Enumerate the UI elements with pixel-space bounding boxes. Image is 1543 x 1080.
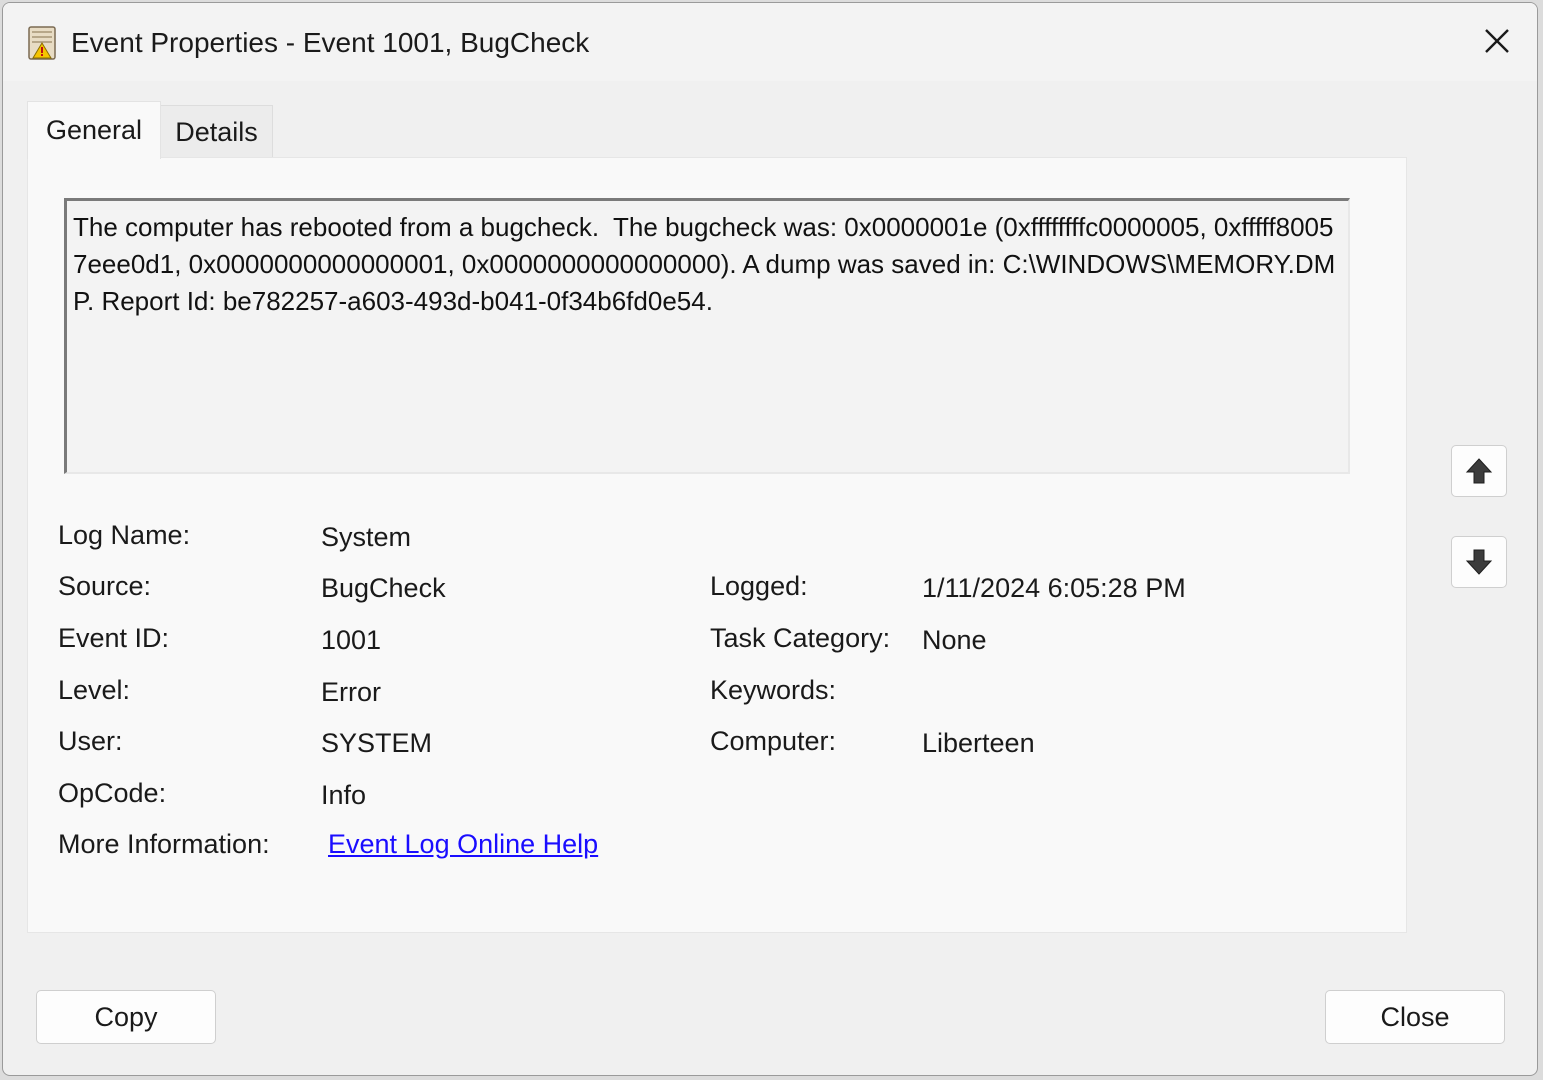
tab-details[interactable]: Details xyxy=(161,105,273,159)
event-viewer-app-icon xyxy=(27,25,59,61)
close-icon xyxy=(1485,29,1509,53)
title-bar[interactable]: Event Properties - Event 1001, BugCheck xyxy=(3,3,1537,81)
opcode-value: Info xyxy=(321,780,367,810)
level-label: Level: xyxy=(58,675,131,705)
log-name-value: System xyxy=(321,522,412,552)
task-category-value: None xyxy=(922,625,987,655)
event-log-online-help-link[interactable]: Event Log Online Help xyxy=(328,827,598,861)
event-id-value: 1001 xyxy=(321,625,382,655)
keywords-label: Keywords: xyxy=(710,675,837,705)
event-id-label: Event ID: xyxy=(58,623,170,653)
user-label: User: xyxy=(58,726,123,756)
source-value: BugCheck xyxy=(321,573,446,603)
previous-event-button[interactable] xyxy=(1451,445,1507,497)
close-button[interactable]: Close xyxy=(1325,990,1505,1044)
event-properties-window: Event Properties - Event 1001, BugCheck … xyxy=(2,2,1538,1076)
next-event-button[interactable] xyxy=(1451,536,1507,588)
logged-value: 1/11/2024 6:05:28 PM xyxy=(922,573,1186,603)
close-window-button[interactable] xyxy=(1475,19,1519,63)
more-information-label: More Information: xyxy=(58,829,270,859)
log-name-label: Log Name: xyxy=(58,520,191,550)
logged-label: Logged: xyxy=(710,571,808,601)
computer-value: Liberteen xyxy=(922,728,1035,758)
level-value: Error xyxy=(321,677,381,707)
event-message-textbox[interactable]: The computer has rebooted from a bugchec… xyxy=(64,198,1350,474)
window-title: Event Properties - Event 1001, BugCheck xyxy=(71,27,590,58)
task-category-label: Task Category: xyxy=(710,623,891,653)
arrow-up-icon xyxy=(1465,458,1493,484)
copy-button[interactable]: Copy xyxy=(36,990,216,1044)
user-value: SYSTEM xyxy=(321,728,433,758)
arrow-down-icon xyxy=(1465,549,1493,575)
tab-general[interactable]: General xyxy=(27,101,161,159)
computer-label: Computer: xyxy=(710,726,837,756)
opcode-label: OpCode: xyxy=(58,778,167,808)
general-tab-panel: The computer has rebooted from a bugchec… xyxy=(27,157,1407,933)
source-label: Source: xyxy=(58,571,152,601)
